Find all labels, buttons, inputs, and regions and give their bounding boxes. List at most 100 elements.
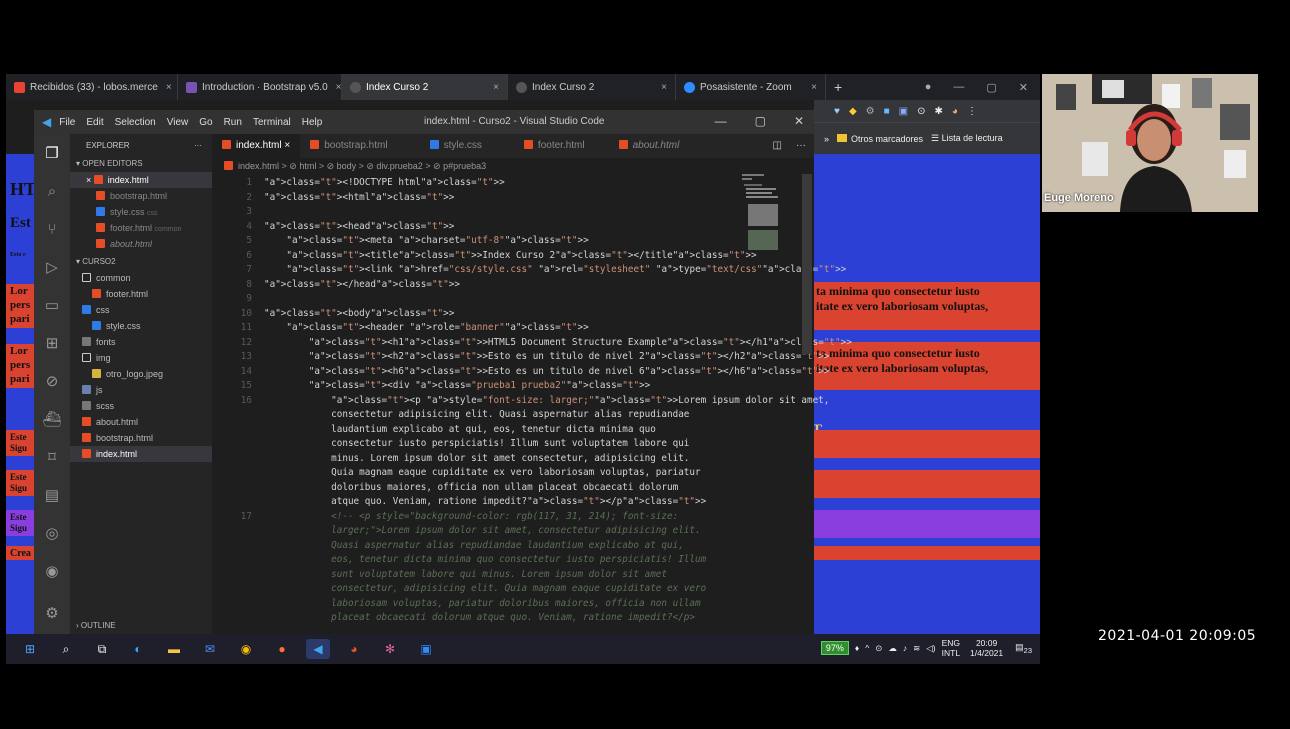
vscode-taskbar-icon[interactable]: ◀ — [306, 639, 330, 659]
extension-icon[interactable]: ⊙ — [917, 106, 925, 117]
extension-icon[interactable]: ◆ — [849, 106, 857, 117]
notification-center[interactable]: ▤23 — [1015, 642, 1032, 655]
tab-index-html[interactable]: index.html × — [212, 134, 301, 158]
code-line[interactable]: Quasi aspernatur alias repudiandae lauda… — [264, 539, 684, 554]
code-line[interactable]: consectetur, adipisicing elit. Quia magn… — [264, 582, 706, 597]
extension-icon[interactable]: ♥ — [834, 106, 840, 117]
more-icon[interactable]: ··· — [194, 138, 202, 154]
close-icon[interactable]: × — [803, 82, 817, 93]
tab-style-css[interactable]: style.css — [420, 134, 492, 158]
timeline-icon[interactable]: ◎ — [42, 524, 62, 544]
tab-footer-html[interactable]: footer.html — [514, 134, 595, 158]
more-actions-icon[interactable]: ··· — [796, 134, 806, 158]
code-line[interactable]: "a">class="t"><h6"a">class="t">>Esto es … — [264, 365, 830, 380]
code-line[interactable]: laboriosam voluptas, pariatur doloribus … — [264, 597, 700, 612]
tree-item[interactable]: otro_logo.jpeg — [70, 366, 212, 382]
powerpoint-icon[interactable]: ◕ — [342, 639, 366, 659]
file-explorer-icon[interactable]: ▬ — [162, 639, 186, 659]
code-line[interactable]: "a">class="t"><p "a">style="font-size: l… — [264, 394, 829, 409]
maximize-icon[interactable]: ▢ — [755, 114, 766, 128]
browser-tab-index[interactable]: Index Curso 2 × — [508, 74, 676, 100]
menu-terminal[interactable]: Terminal — [253, 117, 291, 128]
cloud-icon[interactable]: ☁ — [888, 643, 897, 654]
code-line[interactable]: consectetur adipisicing elit. Quasi aspe… — [264, 408, 689, 423]
tree-item[interactable]: css — [70, 302, 212, 318]
tree-item[interactable]: js — [70, 382, 212, 398]
tab-bootstrap-html[interactable]: bootstrap.html — [300, 134, 397, 158]
notebook-icon[interactable]: ▤ — [42, 486, 62, 506]
code-line[interactable]: "a">class="t"><head"a">class="t">> — [264, 220, 454, 235]
tree-item[interactable]: about.html — [70, 414, 212, 430]
chrome-icon[interactable]: ◉ — [234, 639, 258, 659]
menu-file[interactable]: File — [59, 117, 75, 128]
clock[interactable]: 20:09 1/4/2021 — [970, 638, 1003, 658]
extension-icon[interactable]: ■ — [884, 106, 890, 117]
bookmark-reading-list[interactable]: ☰ Lista de lectura — [931, 133, 1003, 144]
run-debug-icon[interactable]: ▷ — [42, 258, 62, 278]
tree-item[interactable]: bootstrap.html — [70, 430, 212, 446]
menu-edit[interactable]: Edit — [86, 117, 103, 128]
close-icon[interactable]: ✕ — [1019, 81, 1028, 94]
battery-indicator[interactable]: 97% — [820, 641, 849, 655]
menu-go[interactable]: Go — [199, 117, 212, 128]
volume-icon[interactable]: ◁) — [926, 643, 935, 654]
code-line[interactable]: "a">class="t"><meta "a">charset="utf-8""… — [264, 234, 588, 249]
more-bookmarks-icon[interactable]: » — [824, 134, 829, 144]
minimize-icon[interactable]: — — [715, 114, 727, 128]
browser-tab-index-active[interactable]: Index Curso 2 × — [342, 74, 508, 100]
tree-item[interactable]: common — [70, 270, 212, 286]
close-icon[interactable]: × — [328, 82, 341, 93]
tree-item[interactable]: style.css — [70, 318, 212, 334]
open-editors-header[interactable]: ▾ OPEN EDITORS — [70, 156, 212, 172]
tree-item[interactable]: fonts — [70, 334, 212, 350]
code-line[interactable]: "a">class="t"><body"a">class="t">> — [264, 307, 454, 322]
firefox-icon[interactable]: ● — [270, 639, 294, 659]
edge-icon[interactable]: ◐ — [126, 639, 150, 659]
breadcrumb[interactable]: index.html > ⊘ html > ⊘ body > ⊘ div.pru… — [212, 158, 814, 174]
tab-about-html[interactable]: about.html — [609, 134, 690, 158]
open-editor-item[interactable]: bootstrap.html — [70, 188, 212, 204]
close-icon[interactable]: × — [284, 140, 290, 151]
search-icon[interactable]: ⌕ — [42, 182, 62, 202]
code-line[interactable]: "a">class="t"><html"a">class="t">> — [264, 191, 454, 206]
puzzle-icon[interactable]: ✱ — [935, 106, 943, 117]
language-indicator[interactable]: ENG INTL — [942, 638, 960, 658]
maximize-icon[interactable]: ▢ — [986, 81, 996, 94]
settings-gear-icon[interactable]: ⚙ — [42, 604, 62, 624]
avatar[interactable]: ◕ — [952, 106, 958, 117]
code-line[interactable]: "a">class="t"><h2"a">class="t">>Esto es … — [264, 350, 830, 365]
mic-icon[interactable]: ♪ — [903, 643, 907, 653]
outlook-icon[interactable]: ✉ — [198, 639, 222, 659]
code-line[interactable]: "a">class="t"><title"a">class="t">>Index… — [264, 249, 756, 264]
bookmark-other[interactable]: Otros marcadores — [837, 133, 923, 144]
menu-selection[interactable]: Selection — [115, 117, 156, 128]
task-view-icon[interactable]: ⧉ — [90, 639, 114, 659]
code-line[interactable]: <!-- <p style="background-color: rgb(117… — [264, 510, 678, 525]
code-line[interactable]: consectetur iusto perspiciatis! Illum su… — [264, 437, 689, 452]
code-line[interactable]: placeat obcaecati dolorum atque quo. Ven… — [264, 611, 695, 626]
bookmark-icon[interactable]: ⌑ — [42, 448, 62, 468]
code-line[interactable]: Quia magnam eaque cupiditate ex vero lab… — [264, 466, 700, 481]
source-control-icon[interactable]: ⑂ — [42, 220, 62, 240]
menu-help[interactable]: Help — [302, 117, 323, 128]
extensions-icon[interactable]: ⊞ — [42, 334, 62, 354]
chevron-up-icon[interactable]: ^ — [865, 643, 869, 653]
account-icon[interactable]: ◉ — [42, 562, 62, 582]
editor-scrollbar[interactable] — [802, 174, 812, 354]
slack-icon[interactable]: ✻ — [378, 639, 402, 659]
code-line[interactable]: "a">class="t"><header "a">role="banner""… — [264, 321, 588, 336]
code-line[interactable]: laudantium explicabo at qui, eos, tenetu… — [264, 423, 656, 438]
docker-icon[interactable]: ⛴ — [42, 410, 62, 430]
menu-icon[interactable]: ⋮ — [967, 106, 977, 117]
browser-tab-bootstrap[interactable]: Introduction · Bootstrap v5.0 × — [178, 74, 342, 100]
project-header[interactable]: ▾ CURSO2 — [70, 254, 212, 270]
menu-run[interactable]: Run — [224, 117, 242, 128]
tree-item[interactable]: scss — [70, 398, 212, 414]
power-icon[interactable]: ♦ — [855, 643, 859, 653]
tree-item[interactable]: img — [70, 350, 212, 366]
code-editor[interactable]: 1 "a">class="t"><!DOCTYPE html"a">class="… — [212, 174, 852, 634]
extension-icon[interactable]: ⚙ — [866, 106, 875, 117]
open-editor-item[interactable]: about.html — [70, 236, 212, 252]
close-icon[interactable]: × — [158, 82, 172, 93]
wifi-icon[interactable]: ≋ — [913, 643, 920, 654]
